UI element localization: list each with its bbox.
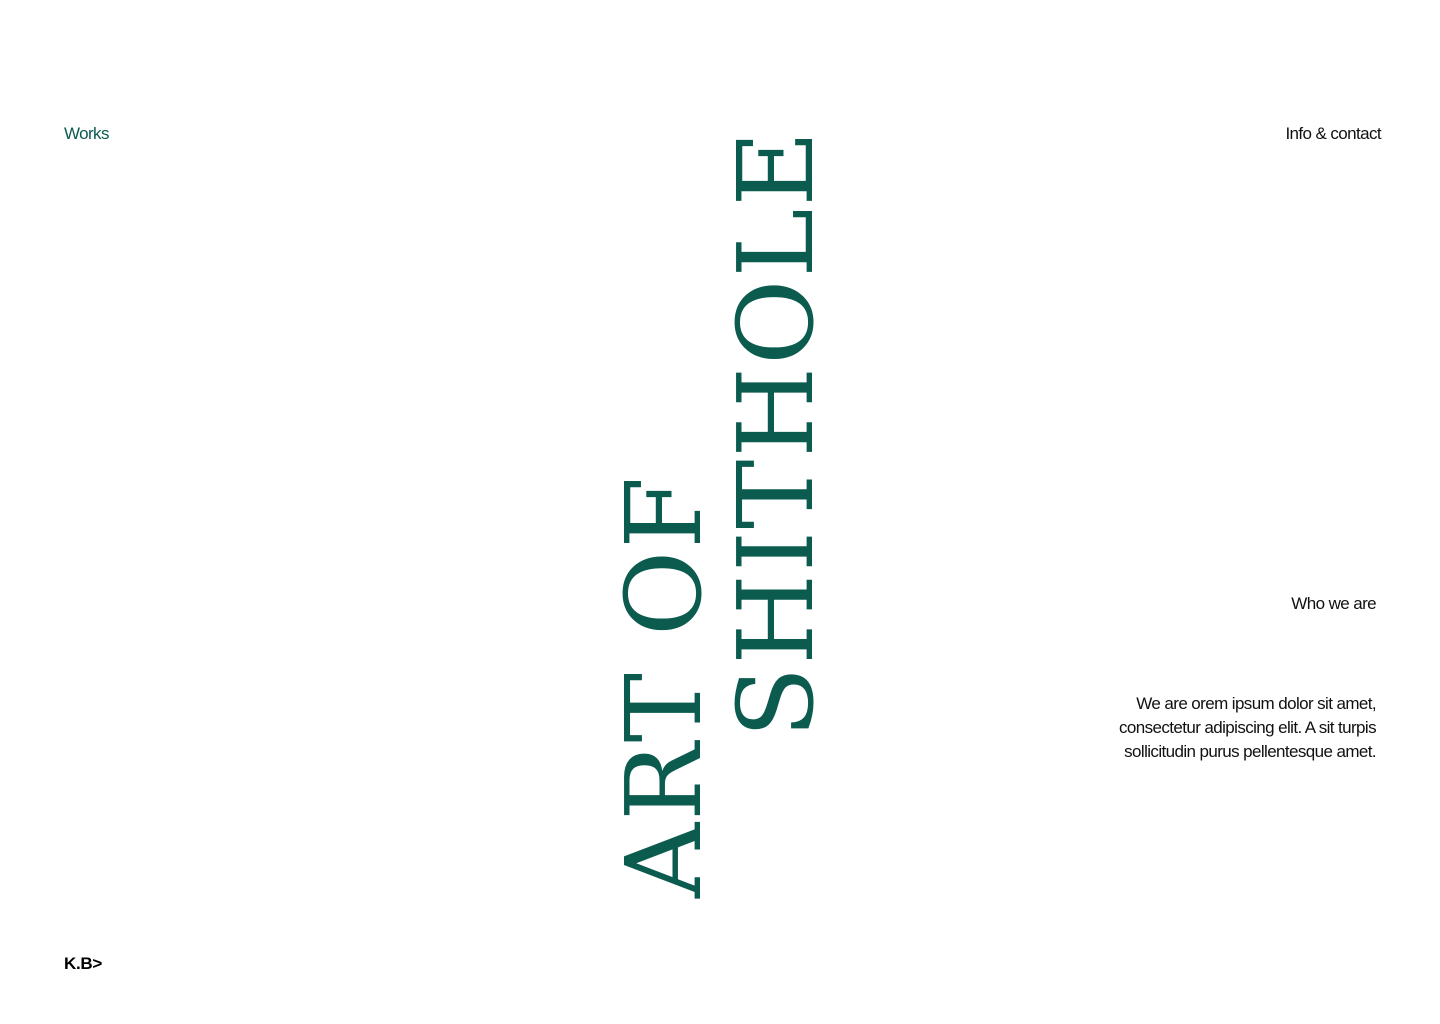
nav-info-contact-link[interactable]: Info & contact xyxy=(1285,122,1381,146)
hero-title-line-2: SHITHOLE xyxy=(715,128,837,738)
about-body-text: We are orem ipsum dolor sit amet, consec… xyxy=(1119,694,1377,761)
nav-works-link[interactable]: Works xyxy=(64,122,109,146)
hero-title-line-1: ART OF xyxy=(603,474,725,898)
about-heading: Who we are xyxy=(1291,594,1376,613)
brand-logo[interactable]: K.B> xyxy=(64,952,102,976)
